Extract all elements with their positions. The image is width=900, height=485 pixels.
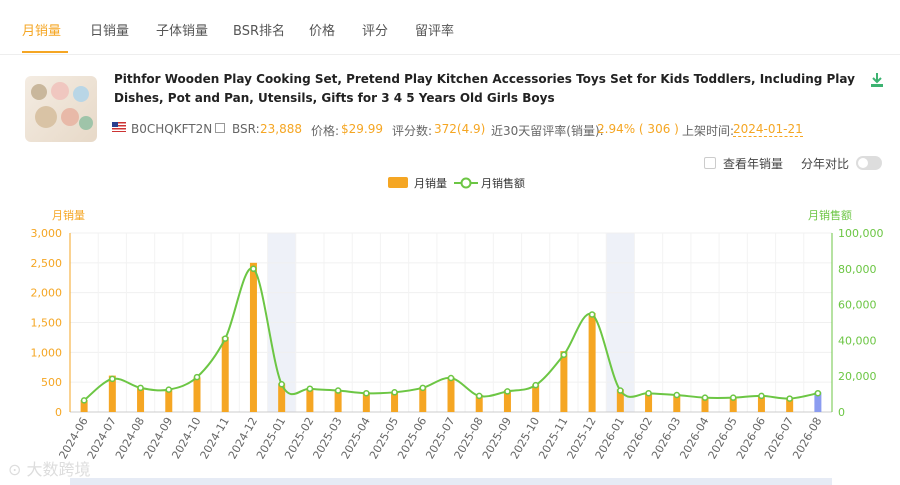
watermark-logo: ⊙ 大数跨境 <box>8 460 91 479</box>
bar-monthly-sales <box>137 387 145 412</box>
sales-chart: 0 500 1,000 1,500 2,000 2,500 3,000 0 20,000 40,0… <box>31 208 884 461</box>
point-monthly-revenue <box>419 384 427 392</box>
y-left-tick-label: 1,500 <box>31 317 63 330</box>
tab-rating[interactable]: 评分 <box>362 20 388 39</box>
point-monthly-revenue <box>786 395 793 402</box>
point-monthly-revenue <box>193 373 201 381</box>
point-monthly-revenue <box>701 394 709 401</box>
asin[interactable]: B0CHQKFT2N <box>131 122 226 136</box>
y-right-tick-label: 80,000 <box>838 263 877 276</box>
y-right-tick-label: 100,000 <box>838 227 884 240</box>
legend-bar-label[interactable]: 月销量 <box>414 175 447 191</box>
y-right-tick-label: 60,000 <box>838 299 877 312</box>
y-left-tick-label: 500 <box>41 376 62 389</box>
y-left-axis-title: 月销量 <box>52 208 85 222</box>
point-monthly-revenue <box>334 387 342 394</box>
point-monthly-revenue <box>758 392 765 400</box>
point-monthly-revenue <box>814 389 822 397</box>
bar-monthly-sales <box>588 312 596 412</box>
y-left-tick-label: 3,000 <box>31 227 63 240</box>
point-monthly-revenue <box>221 335 229 342</box>
download-icon[interactable] <box>870 72 884 88</box>
bar-monthly-sales <box>447 376 455 412</box>
y-left-tick-label: 2,500 <box>31 257 63 270</box>
point-monthly-revenue <box>504 388 511 395</box>
rating-value: 372(4.9) <box>434 122 486 136</box>
y-left-tick-label: 1,000 <box>31 346 63 359</box>
point-monthly-revenue <box>588 311 596 318</box>
metric-tabs: 月销量 日销量 子体销量 BSR排名 价格 评分 留评率 <box>0 0 900 55</box>
tab-daily-sales[interactable]: 日销量 <box>90 20 129 39</box>
legend-line-swatch[interactable] <box>454 176 478 190</box>
product-image[interactable] <box>25 76 97 142</box>
bar-monthly-sales <box>249 262 257 412</box>
chart-scrollbar[interactable] <box>70 478 832 485</box>
bar-monthly-sales <box>306 388 314 412</box>
tab-variant-sales[interactable]: 子体销量 <box>156 20 208 39</box>
bar-monthly-sales <box>221 336 229 412</box>
bsr-label: BSR: <box>232 122 260 136</box>
active-tab-indicator <box>22 51 68 53</box>
y-right-axis-title: 月销售额 <box>808 208 852 222</box>
rating-label: 评分数: <box>392 124 433 138</box>
point-monthly-revenue <box>447 374 455 382</box>
point-monthly-revenue <box>532 381 539 389</box>
external-link-icon[interactable] <box>215 123 226 133</box>
y-right-tick-label: 40,000 <box>838 334 877 347</box>
listed-date-value: 2024-01-21 <box>733 122 803 137</box>
point-monthly-revenue <box>673 391 681 399</box>
y-left-tick-label: 0 <box>55 406 62 419</box>
bsr-value: 23,888 <box>260 122 302 136</box>
tab-bsr-rank[interactable]: BSR排名 <box>233 20 285 39</box>
price-value: $29.99 <box>341 122 383 136</box>
point-monthly-revenue <box>560 351 568 358</box>
point-monthly-revenue <box>250 265 257 273</box>
review-rate-label: 近30天留评率(销量): <box>491 124 604 138</box>
review-rate-value: 2.94% ( 306 ) <box>597 122 679 136</box>
tab-review-rate[interactable]: 留评率 <box>415 20 454 39</box>
tab-price[interactable]: 价格 <box>309 20 335 39</box>
yoy-compare-toggle[interactable] <box>856 156 882 170</box>
y-left-tick-label: 2,000 <box>31 287 63 300</box>
point-monthly-revenue <box>109 375 116 383</box>
us-flag-icon <box>112 122 126 132</box>
yoy-compare-label: 分年对比 <box>801 157 850 171</box>
listed-date-label: 上架时间: <box>682 124 735 138</box>
point-monthly-revenue <box>617 387 624 394</box>
point-monthly-revenue <box>137 384 144 392</box>
point-monthly-revenue <box>391 389 398 396</box>
point-monthly-revenue <box>475 392 483 400</box>
point-monthly-revenue <box>165 386 173 393</box>
point-monthly-revenue <box>645 389 652 397</box>
bar-monthly-sales <box>532 384 540 412</box>
point-monthly-revenue <box>306 385 314 392</box>
legend-line-label[interactable]: 月销售额 <box>481 175 525 191</box>
tab-monthly-sales[interactable]: 月销量 <box>22 20 61 39</box>
price-label: 价格: <box>311 124 340 138</box>
bar-monthly-sales <box>193 377 201 412</box>
point-monthly-revenue <box>363 389 370 397</box>
year-sales-checkbox[interactable] <box>704 157 716 169</box>
bar-monthly-sales <box>560 351 568 412</box>
point-monthly-revenue <box>729 394 737 401</box>
point-monthly-revenue <box>278 381 285 388</box>
y-right-tick-label: 0 <box>838 406 845 419</box>
year-sales-label[interactable]: 查看年销量 <box>723 155 783 172</box>
y-right-tick-label: 20,000 <box>838 370 877 383</box>
legend-bar-swatch[interactable] <box>388 177 408 188</box>
product-title[interactable]: Pithfor Wooden Play Cooking Set, Pretend… <box>114 70 864 108</box>
point-monthly-revenue <box>80 397 88 404</box>
